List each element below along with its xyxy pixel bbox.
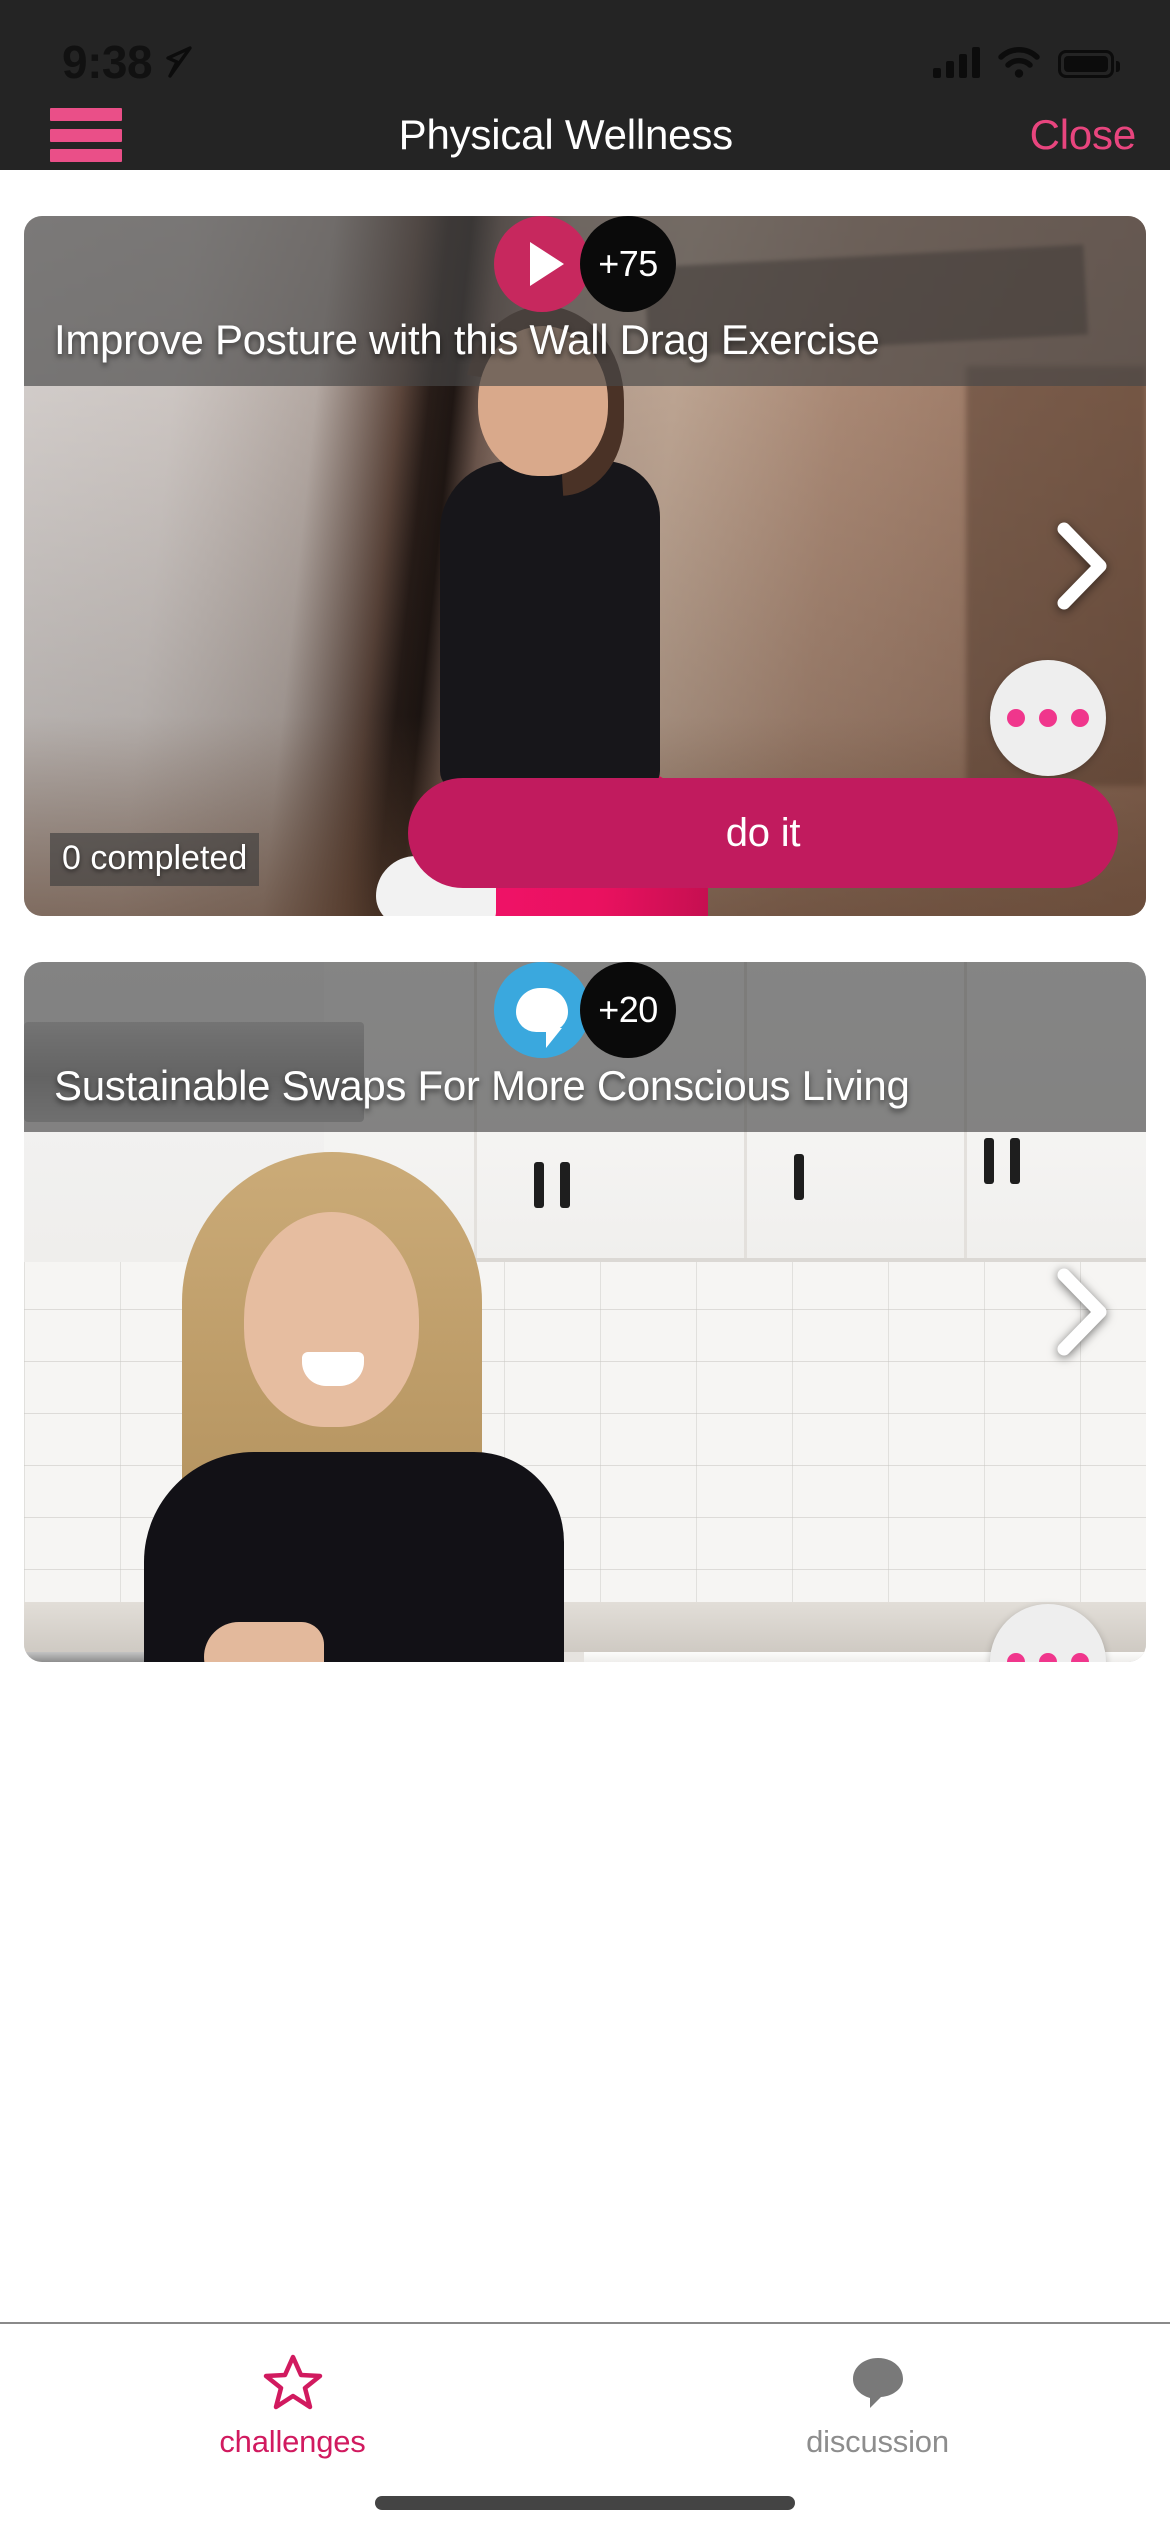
play-icon[interactable]	[494, 216, 590, 312]
photo-detail	[244, 1212, 419, 1427]
points-badge: +75	[580, 216, 676, 312]
chat-bubble-icon	[852, 2358, 903, 2408]
card-body[interactable]: Improve Posture with this Wall Drag Exer…	[24, 216, 1146, 916]
more-dot	[1039, 1653, 1057, 1662]
more-horizontal-icon[interactable]	[990, 660, 1106, 776]
card-body[interactable]: Sustainable Swaps For More Conscious Liv…	[24, 962, 1146, 1662]
status-time-group: 9:38	[62, 39, 194, 85]
challenge-card-video[interactable]: +75 Improve Posture with this Wall Drag …	[0, 216, 1170, 916]
card-title: Improve Posture with this Wall Drag Exer…	[54, 316, 880, 363]
tab-label-challenges: challenges	[219, 2424, 366, 2459]
completed-count-badge: 0 completed	[50, 833, 260, 886]
more-dot	[1039, 709, 1057, 727]
wifi-icon	[998, 47, 1040, 78]
challenge-card-discussion[interactable]: +20 Sustainable Swaps For More Conscious…	[0, 962, 1170, 1662]
tab-label-discussion: discussion	[806, 2424, 949, 2459]
more-dot	[1071, 709, 1089, 727]
status-time: 9:38	[62, 36, 153, 88]
more-dot	[1071, 1653, 1089, 1662]
more-dot	[1007, 1653, 1025, 1662]
chat-bubble-icon[interactable]	[494, 962, 590, 1058]
chevron-right-icon[interactable]	[1054, 1267, 1110, 1357]
cellular-signal-icon	[933, 46, 980, 78]
photo-detail	[144, 1452, 564, 1662]
photo-detail	[302, 1352, 364, 1386]
status-bar: 9:38	[0, 0, 1170, 100]
battery-full-icon	[1058, 50, 1120, 78]
play-triangle	[530, 242, 564, 286]
card-title: Sustainable Swaps For More Conscious Liv…	[54, 1062, 910, 1109]
chevron-right-icon[interactable]	[1054, 521, 1110, 611]
bottom-tab-bar: challenges discussion	[0, 2322, 1170, 2532]
star-icon	[263, 2354, 322, 2410]
close-button[interactable]: Close	[1030, 111, 1137, 159]
status-icons	[933, 46, 1120, 78]
photo-detail	[204, 1622, 324, 1662]
photo-detail	[440, 461, 660, 791]
home-indicator	[375, 2496, 795, 2510]
location-arrow-icon	[166, 46, 192, 78]
chat-bubble-shape	[516, 988, 568, 1048]
do-it-button[interactable]: do it	[408, 778, 1118, 888]
challenge-feed[interactable]: +75 Improve Posture with this Wall Drag …	[0, 170, 1170, 2422]
points-badge: +20	[580, 962, 676, 1058]
photo-subject	[134, 1152, 594, 1662]
more-dot	[1007, 709, 1025, 727]
page-title: Physical Wellness	[398, 111, 733, 158]
navigation-bar: Physical Wellness Close	[0, 100, 1170, 170]
